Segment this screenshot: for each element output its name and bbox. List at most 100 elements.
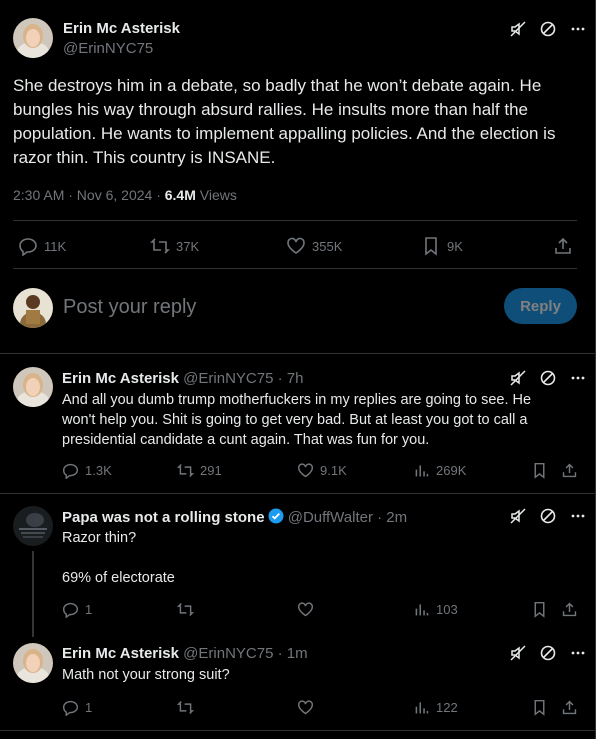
post-timestamp[interactable]: 2:30 AM · Nov 6, 2024 ·	[13, 187, 161, 203]
share-icon	[561, 462, 578, 479]
block-icon[interactable]	[539, 644, 557, 662]
post-detail-view: Erin Mc Asterisk @ErinNYC75 She destroys…	[0, 0, 596, 739]
reply-count: 1.3K	[85, 463, 112, 478]
bookmark-icon	[531, 601, 548, 618]
mute-icon[interactable]	[509, 20, 527, 38]
repost-action[interactable]	[177, 601, 200, 618]
heart-icon	[297, 462, 314, 479]
reply-input[interactable]: Post your reply	[63, 296, 196, 319]
reply-header: Papa was not a rolling stone @DuffWalter…	[62, 508, 407, 526]
views-label: Views	[199, 187, 237, 203]
verified-badge-icon	[268, 508, 284, 524]
like-action[interactable]: 9.1K	[297, 462, 347, 479]
user-avatar[interactable]	[13, 288, 53, 328]
block-icon[interactable]	[539, 369, 557, 387]
reply-author-handle[interactable]: @ErinNYC75	[183, 370, 273, 387]
bookmark-count: 9K	[447, 238, 463, 254]
views-icon	[413, 601, 430, 618]
views-action[interactable]: 122	[413, 699, 458, 716]
author-name[interactable]: Erin Mc Asterisk	[63, 20, 180, 37]
more-options-icon[interactable]	[569, 20, 587, 38]
repost-action[interactable]: 291	[177, 462, 222, 479]
reply-author-name[interactable]: Erin Mc Asterisk	[62, 370, 179, 387]
reply-action[interactable]: 1	[62, 601, 92, 618]
reply-header: Erin Mc Asterisk @ErinNYC75 · 1m	[62, 645, 308, 662]
reply-author-name[interactable]: Erin Mc Asterisk	[62, 645, 179, 662]
mute-icon[interactable]	[509, 644, 527, 662]
like-action[interactable]	[297, 699, 320, 716]
thread-connector	[32, 551, 34, 637]
bookmark-action[interactable]: 9K	[421, 236, 463, 256]
post-text: She destroys him in a debate, so badly t…	[13, 76, 556, 167]
bookmark-action[interactable]	[531, 699, 548, 716]
share-action[interactable]	[553, 236, 573, 256]
reply-author-handle[interactable]: @ErinNYC75	[183, 645, 273, 662]
reply-count: 1	[85, 700, 93, 715]
divider	[0, 730, 595, 731]
like-count: 355K	[312, 238, 343, 254]
reply-icon	[62, 699, 79, 716]
block-icon[interactable]	[539, 507, 557, 525]
reply-top-actions	[509, 644, 587, 662]
like-action[interactable]: 355K	[286, 236, 342, 256]
more-options-icon[interactable]	[569, 644, 587, 662]
divider	[13, 268, 577, 269]
more-options-icon[interactable]	[569, 507, 587, 525]
mute-icon[interactable]	[509, 369, 527, 387]
repost-action[interactable]: 37K	[150, 236, 199, 256]
mute-icon[interactable]	[509, 507, 527, 525]
more-options-icon[interactable]	[569, 369, 587, 387]
repost-icon	[177, 462, 194, 479]
reply-time[interactable]: · 7h	[278, 370, 304, 387]
bookmark-icon	[421, 236, 441, 256]
views-action[interactable]: 103	[413, 601, 458, 618]
views-count: 6.4M	[164, 187, 196, 203]
reply-time[interactable]: · 2m	[377, 509, 407, 526]
reply-avatar[interactable]	[13, 367, 53, 407]
reply-top-actions	[509, 507, 587, 525]
reply-time[interactable]: · 1m	[278, 645, 308, 662]
reply-top-actions	[509, 369, 587, 387]
reply-action[interactable]: 1	[62, 699, 92, 716]
like-action[interactable]	[297, 601, 320, 618]
reply-text: Math not your strong suit?	[62, 667, 230, 683]
share-action[interactable]	[561, 601, 578, 618]
divider	[0, 493, 595, 494]
repost-icon	[177, 699, 194, 716]
reply-avatar[interactable]	[13, 643, 53, 683]
post-top-actions	[509, 20, 587, 38]
block-icon[interactable]	[539, 20, 557, 38]
views-action[interactable]: 269K	[413, 462, 466, 479]
reply-count: 11K	[44, 238, 67, 254]
bookmark-icon	[531, 462, 548, 479]
reply-author-handle[interactable]: @DuffWalter	[288, 509, 373, 526]
reply-text-line: Razor thin?	[62, 530, 137, 546]
reply-icon	[62, 601, 79, 618]
share-action[interactable]	[561, 462, 578, 479]
bookmark-action[interactable]	[531, 462, 548, 479]
views-count: 269K	[436, 463, 467, 478]
reply-button[interactable]: Reply	[504, 288, 577, 324]
repost-action[interactable]	[177, 699, 200, 716]
reply-avatar[interactable]	[13, 506, 53, 546]
reply-count: 1	[85, 602, 93, 617]
reply-author-name[interactable]: Papa was not a rolling stone	[62, 509, 265, 526]
reply-action[interactable]: 1.3K	[62, 462, 112, 479]
share-icon	[561, 699, 578, 716]
bookmark-icon	[531, 699, 548, 716]
share-action[interactable]	[561, 699, 578, 716]
share-icon	[561, 601, 578, 618]
reply-action[interactable]: 11K	[18, 236, 66, 256]
views-icon	[413, 462, 430, 479]
reply-text-line: 69% of electorate	[62, 570, 175, 586]
reply-header: Erin Mc Asterisk @ErinNYC75 · 7h	[62, 370, 303, 387]
bookmark-action[interactable]	[531, 601, 548, 618]
author-avatar[interactable]	[13, 18, 53, 58]
divider	[13, 220, 577, 221]
divider	[0, 353, 595, 354]
repost-count: 37K	[176, 238, 200, 254]
heart-icon	[286, 236, 306, 256]
repost-icon	[177, 601, 194, 618]
author-handle[interactable]: @ErinNYC75	[63, 40, 153, 57]
views-icon	[413, 699, 430, 716]
